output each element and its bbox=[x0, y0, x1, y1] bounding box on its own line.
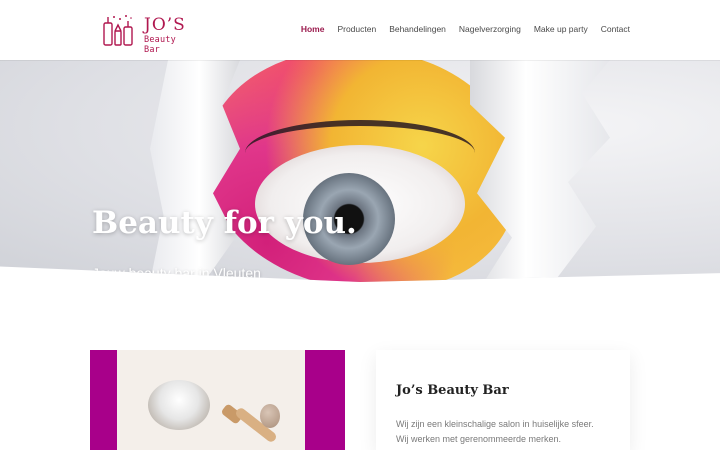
salt-bowl-image bbox=[148, 380, 210, 430]
hero-banner: Beauty for you. Jouw beauty bar in Vleut… bbox=[0, 60, 720, 282]
site-header: JO’S Beauty Bar Home Producten Behandeli… bbox=[0, 0, 720, 60]
nav-item-contact[interactable]: Contact bbox=[601, 24, 630, 34]
nav-item-home[interactable]: Home bbox=[301, 24, 325, 34]
hero-title: Beauty for you. bbox=[92, 204, 357, 241]
photo-accent-left bbox=[90, 350, 117, 450]
photo-accent-right bbox=[305, 350, 345, 450]
about-line: Wij werken met gerenommeerde merken. bbox=[396, 434, 562, 444]
about-line: Wij zijn een kleinschalige salon in huis… bbox=[396, 419, 594, 429]
about-title: Jo’s Beauty Bar bbox=[396, 382, 509, 398]
main-nav: Home Producten Behandelingen Nagelverzor… bbox=[301, 24, 630, 34]
about-card: Jo’s Beauty Bar Wij zijn een kleinschali… bbox=[376, 350, 630, 450]
hero-subtitle: Jouw beauty bar in Vleuten bbox=[92, 265, 261, 281]
about-text: Wij zijn een kleinschalige salon in huis… bbox=[396, 417, 626, 447]
nav-item-producten[interactable]: Producten bbox=[337, 24, 376, 34]
torn-paper-left bbox=[150, 60, 240, 282]
cosmetics-logo-icon bbox=[103, 15, 133, 46]
brand-name: JO’S bbox=[144, 15, 186, 35]
nav-item-make-up-party[interactable]: Make up party bbox=[534, 24, 588, 34]
brand-logo[interactable]: JO’S Beauty Bar bbox=[102, 13, 192, 55]
about-photo bbox=[90, 350, 345, 450]
pumice-stone-image bbox=[260, 404, 280, 428]
brand-tagline: Beauty Bar bbox=[144, 35, 176, 55]
nav-item-behandelingen[interactable]: Behandelingen bbox=[389, 24, 446, 34]
nav-item-nagelverzorging[interactable]: Nagelverzorging bbox=[459, 24, 521, 34]
